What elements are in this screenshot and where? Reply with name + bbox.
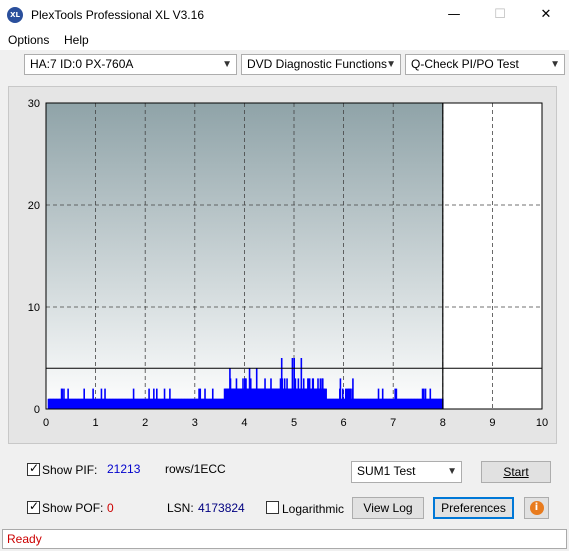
preferences-button[interactable]: Preferences bbox=[433, 497, 514, 519]
y-tick-label: 20 bbox=[28, 200, 40, 212]
pif-chart: 0 1 2 3 4 5 6 7 8 9 10 0 10 20 30 bbox=[28, 98, 548, 429]
view-log-button[interactable]: View Log bbox=[352, 497, 424, 519]
view-log-button-label: View Log bbox=[363, 501, 413, 515]
show-pif-checkbox[interactable]: ✓ bbox=[27, 461, 40, 476]
y-tick-label: 0 bbox=[34, 404, 40, 416]
drive-select-value: HA:7 ID:0 PX-760A bbox=[30, 57, 134, 71]
pif-value: 21213 bbox=[107, 462, 141, 476]
logarithmic-checkbox[interactable] bbox=[266, 501, 279, 514]
x-tick-label: 7 bbox=[390, 417, 396, 429]
chart-frame: 0 1 2 3 4 5 6 7 8 9 10 0 10 20 30 bbox=[8, 86, 557, 444]
x-tick-label: 9 bbox=[489, 417, 495, 429]
checkmark-icon: ✓ bbox=[29, 499, 40, 513]
status-bar: Ready bbox=[2, 529, 567, 549]
x-tick-label: 8 bbox=[440, 417, 446, 429]
x-tick-label: 1 bbox=[93, 417, 99, 429]
lsn-value: 4173824 bbox=[198, 501, 245, 515]
app-icon: XL bbox=[7, 7, 23, 23]
drive-select[interactable]: HA:7 ID:0 PX-760A ▼ bbox=[24, 54, 237, 75]
maximize-button[interactable]: ☐ bbox=[477, 0, 523, 30]
title-bar: XL PlexTools Professional XL V3.16 — ☐ ✕ bbox=[0, 0, 569, 30]
x-tick-label: 2 bbox=[142, 417, 148, 429]
start-button-label: Start bbox=[503, 465, 529, 479]
menu-help[interactable]: Help bbox=[64, 33, 89, 47]
chevron-down-icon: ▼ bbox=[550, 59, 560, 70]
lsn-label: LSN: bbox=[167, 501, 194, 515]
test-mode-select[interactable]: SUM1 Test ▼ bbox=[351, 461, 462, 483]
x-tick-label: 5 bbox=[291, 417, 297, 429]
test-select-value: Q-Check PI/PO Test bbox=[411, 57, 519, 71]
close-button[interactable]: ✕ bbox=[523, 0, 569, 30]
start-button[interactable]: Start bbox=[481, 461, 551, 483]
function-select-value: DVD Diagnostic Functions bbox=[247, 57, 388, 71]
pif-unit: rows/1ECC bbox=[165, 462, 226, 476]
window-title: PlexTools Professional XL V3.16 bbox=[31, 8, 204, 22]
function-select[interactable]: DVD Diagnostic Functions ▼ bbox=[241, 54, 401, 75]
menu-bar: Options Help bbox=[0, 30, 569, 50]
show-pof-checkbox[interactable]: ✓ bbox=[27, 499, 40, 514]
x-tick-label: 3 bbox=[192, 417, 198, 429]
chevron-down-icon: ▼ bbox=[386, 59, 396, 70]
menu-options[interactable]: Options bbox=[8, 33, 49, 47]
x-tick-label: 10 bbox=[536, 417, 548, 429]
y-tick-label: 10 bbox=[28, 302, 40, 314]
minimize-button[interactable]: — bbox=[431, 0, 477, 30]
info-icon: i bbox=[529, 501, 544, 515]
preferences-button-label: Preferences bbox=[441, 501, 506, 515]
chevron-down-icon: ▼ bbox=[447, 466, 457, 477]
x-tick-label: 0 bbox=[43, 417, 49, 429]
show-pof-label: Show POF: bbox=[42, 501, 104, 515]
pof-value: 0 bbox=[107, 501, 114, 515]
x-tick-label: 4 bbox=[241, 417, 247, 429]
test-select[interactable]: Q-Check PI/PO Test ▼ bbox=[405, 54, 565, 75]
status-text: Ready bbox=[7, 532, 42, 546]
info-button[interactable]: i bbox=[524, 497, 549, 519]
show-pif-label: Show PIF: bbox=[42, 463, 98, 477]
test-mode-value: SUM1 Test bbox=[357, 464, 416, 478]
chevron-down-icon: ▼ bbox=[222, 59, 232, 70]
checkmark-icon: ✓ bbox=[29, 461, 40, 475]
x-tick-label: 6 bbox=[341, 417, 347, 429]
y-tick-label: 30 bbox=[28, 98, 40, 110]
logarithmic-label: Logarithmic bbox=[282, 502, 345, 516]
